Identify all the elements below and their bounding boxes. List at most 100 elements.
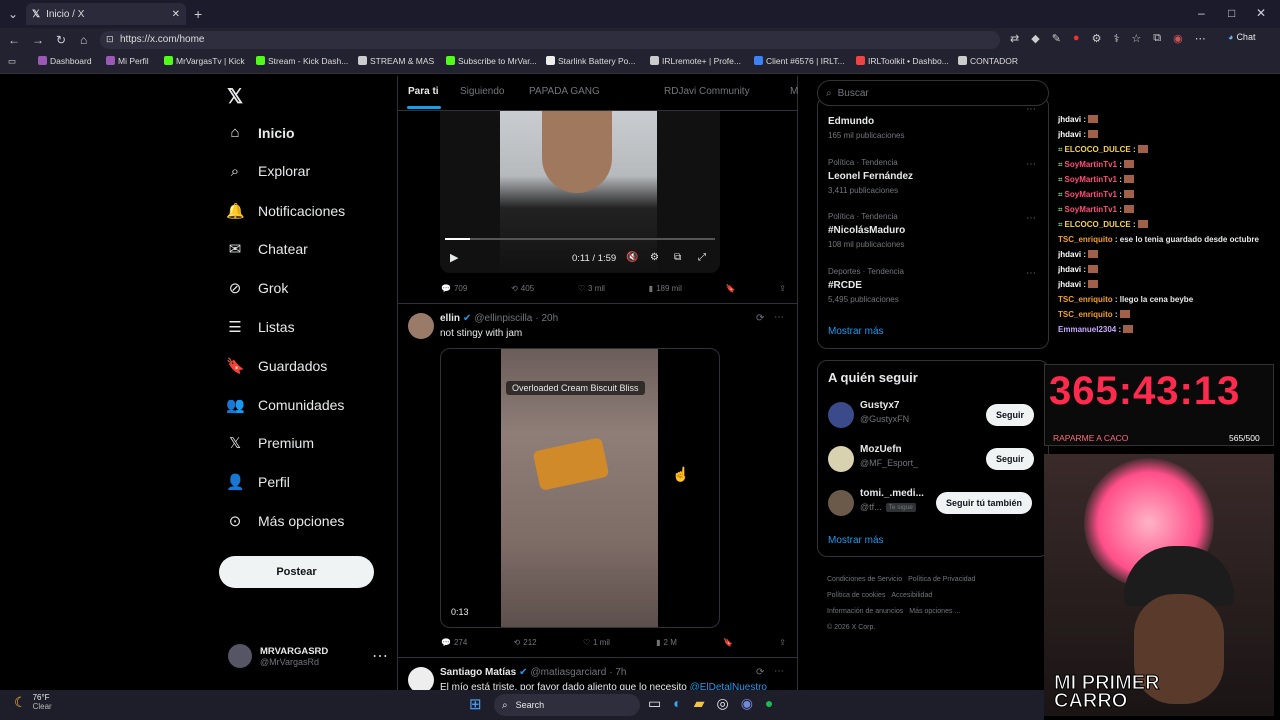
account-switcher[interactable]: MRVARGASRD @MrVargasRd ⋯ (228, 644, 388, 668)
file-explorer-icon[interactable]: ▰ (694, 695, 705, 712)
tweet-more-icon[interactable]: ⋯ (774, 312, 784, 323)
retweet-button[interactable]: ⟲ 212 (514, 638, 537, 647)
tweet-time[interactable]: · 20h (535, 313, 558, 324)
feed-tab[interactable]: PAPADA GANG (529, 86, 600, 97)
retweet-button[interactable]: ⟲ 405 (511, 284, 534, 293)
footer-link[interactable]: Condiciones de Servicio (827, 572, 902, 588)
video-player[interactable]: Overloaded Cream Biscuit Bliss 0:13 (440, 348, 720, 628)
extension-icon[interactable]: ⚕ (1113, 32, 1119, 45)
reload-icon[interactable]: ↻ (56, 33, 66, 47)
like-button[interactable]: ♡ 1 mil (583, 638, 610, 647)
close-window-icon[interactable]: ✕ (1256, 6, 1266, 20)
trend-item[interactable]: Política · Tendencia Leonel Fernández 3,41… (828, 158, 1038, 195)
tweet-more-icon[interactable]: ⋯ (774, 666, 784, 677)
avatar[interactable] (828, 490, 854, 516)
trend-more-icon[interactable]: ⋯ (1026, 213, 1036, 224)
site-info-icon[interactable]: ⊡ (106, 34, 114, 45)
task-view-icon[interactable]: ▭ (648, 695, 661, 712)
trend-more-icon[interactable]: ⋯ (1026, 268, 1036, 279)
home-icon[interactable]: ⌂ (80, 33, 87, 47)
tweet-author-handle[interactable]: @matiasgarciard (531, 667, 607, 678)
taskbar-search[interactable]: ⌕ Search (494, 694, 640, 716)
share-icon[interactable]: ⇪ (779, 638, 786, 647)
follow-suggestion[interactable]: MozUefn @MF_Esport_ (860, 444, 918, 468)
url-input[interactable]: ⊡ https://x.com/home (100, 31, 1000, 49)
avatar[interactable] (828, 446, 854, 472)
account-more-icon[interactable]: ⋯ (372, 646, 388, 666)
bookmark-item[interactable]: Client #6576 | IRLT... (754, 56, 845, 66)
tweet-author-handle[interactable]: @ellinpiscilla (474, 313, 532, 324)
start-icon[interactable]: ⊞ (469, 695, 482, 713)
extension-icon[interactable]: ● (1073, 32, 1080, 45)
trend-item[interactable]: Política · Tendencia #NicolásMaduro 108 mi… (828, 212, 1038, 249)
follow-button[interactable]: Seguir (986, 404, 1035, 426)
discord-icon[interactable]: ◉ (741, 695, 753, 712)
pip-icon[interactable]: ⧉ (674, 252, 681, 263)
follow-show-more-link[interactable]: Mostrar más (828, 535, 884, 546)
nav-item-communities[interactable]: 👥 Comunidades (226, 396, 344, 414)
tab-list-icon[interactable]: ⌄ (8, 7, 18, 21)
trend-item[interactable]: Política · TendenciaEdmundo165 mil publi… (828, 103, 1038, 140)
menu-icon[interactable]: ⋯ (1195, 32, 1206, 45)
post-button[interactable]: Postear (219, 556, 374, 588)
nav-item-notifications[interactable]: 🔔 Notificaciones (226, 202, 345, 220)
follow-suggestion[interactable]: Gustyx7 @GustyxFN (860, 400, 909, 424)
tweet-author-name[interactable]: Santiago Matías (440, 667, 516, 678)
weather-widget[interactable]: ☾ 76°F Clear (14, 693, 52, 711)
bookmark-item[interactable]: STREAM & MAS (358, 56, 434, 66)
nav-item-more[interactable]: ⊙ Más opciones (226, 512, 345, 530)
collections-icon[interactable]: ⧉ (1153, 32, 1161, 45)
follow-suggestion[interactable]: tomi._.medi... @tf... Te sigue (860, 488, 924, 512)
extension-icon[interactable]: ⚙ (1092, 32, 1102, 45)
views-button[interactable]: ▮ 2 M (656, 638, 677, 647)
edge-icon[interactable]: ◐ (673, 695, 681, 712)
bookmark-item[interactable]: CONTADOR (958, 56, 1018, 66)
extension-icon[interactable]: ✎ (1052, 32, 1061, 45)
extension-icon[interactable]: ◆ (1031, 32, 1039, 45)
bookmark-icon[interactable]: 🔖 (726, 284, 736, 293)
bookmarks-menu-icon[interactable]: ▭ (8, 56, 16, 67)
maximize-icon[interactable]: □ (1228, 6, 1235, 20)
bookmark-item[interactable]: Starlink Battery Po... (546, 56, 635, 66)
avatar[interactable] (408, 313, 434, 339)
tweet-author-name[interactable]: ellin (440, 313, 460, 324)
footer-link[interactable]: Información de anuncios (827, 604, 903, 620)
avatar[interactable] (828, 402, 854, 428)
footer-link[interactable]: © 2026 X Corp. (827, 620, 875, 636)
bookmark-item[interactable]: IRLremote+ | Profe... (650, 56, 741, 66)
nav-item-home[interactable]: ⌂ Inicio (226, 124, 294, 141)
favorites-icon[interactable]: ☆ (1131, 32, 1141, 45)
fullscreen-icon[interactable]: ⤢ (698, 252, 706, 263)
video-progress-track[interactable] (445, 238, 715, 240)
bookmark-icon[interactable]: 🔖 (723, 638, 733, 647)
nav-item-chat[interactable]: ✉ Chatear (226, 240, 308, 258)
follow-button[interactable]: Seguir tú también (936, 492, 1033, 514)
reply-button[interactable]: 💬 274 (441, 638, 467, 647)
nav-item-grok[interactable]: ⊘ Grok (226, 279, 289, 297)
feed-tab[interactable]: M (790, 86, 798, 97)
feed-tab[interactable]: RDJavi Community (664, 86, 750, 97)
nav-item-lists[interactable]: ☰ Listas (226, 318, 294, 336)
reply-button[interactable]: 💬 709 (441, 284, 467, 293)
follow-button[interactable]: Seguir (986, 448, 1035, 470)
trend-item[interactable]: Deportes · Tendencia #RCDE 5,495 publicaci… (828, 267, 1038, 304)
footer-link[interactable]: Política de cookies (827, 588, 885, 604)
minimize-icon[interactable]: – (1198, 6, 1205, 20)
new-tab-button[interactable]: + (194, 6, 202, 22)
tab-close-icon[interactable]: ✕ (172, 9, 180, 20)
mute-icon[interactable]: 🔇 (626, 252, 638, 263)
bookmark-item[interactable]: MrVargasTv | Kick (164, 56, 245, 66)
back-icon[interactable]: ← (8, 33, 20, 47)
x-logo-icon[interactable]: 𝕏 (227, 84, 243, 109)
nav-item-premium[interactable]: 𝕏 Premium (226, 434, 314, 452)
copilot-chat-button[interactable]: ◕ Chat (1228, 32, 1255, 42)
grok-icon[interactable]: ⟳ (756, 313, 764, 324)
nav-item-explore[interactable]: ⌕ Explorar (226, 163, 310, 180)
grok-icon[interactable]: ⟳ (756, 667, 764, 678)
search-input[interactable]: ⌕ Buscar (817, 80, 1049, 106)
nav-item-profile[interactable]: 👤 Perfil (226, 473, 290, 491)
footer-link[interactable]: Más opciones ... (909, 604, 960, 620)
nav-item-bookmarks[interactable]: 🔖 Guardados (226, 357, 327, 375)
tweet-time[interactable]: · 7h (609, 667, 626, 678)
footer-link[interactable]: Accesibilidad (891, 588, 932, 604)
